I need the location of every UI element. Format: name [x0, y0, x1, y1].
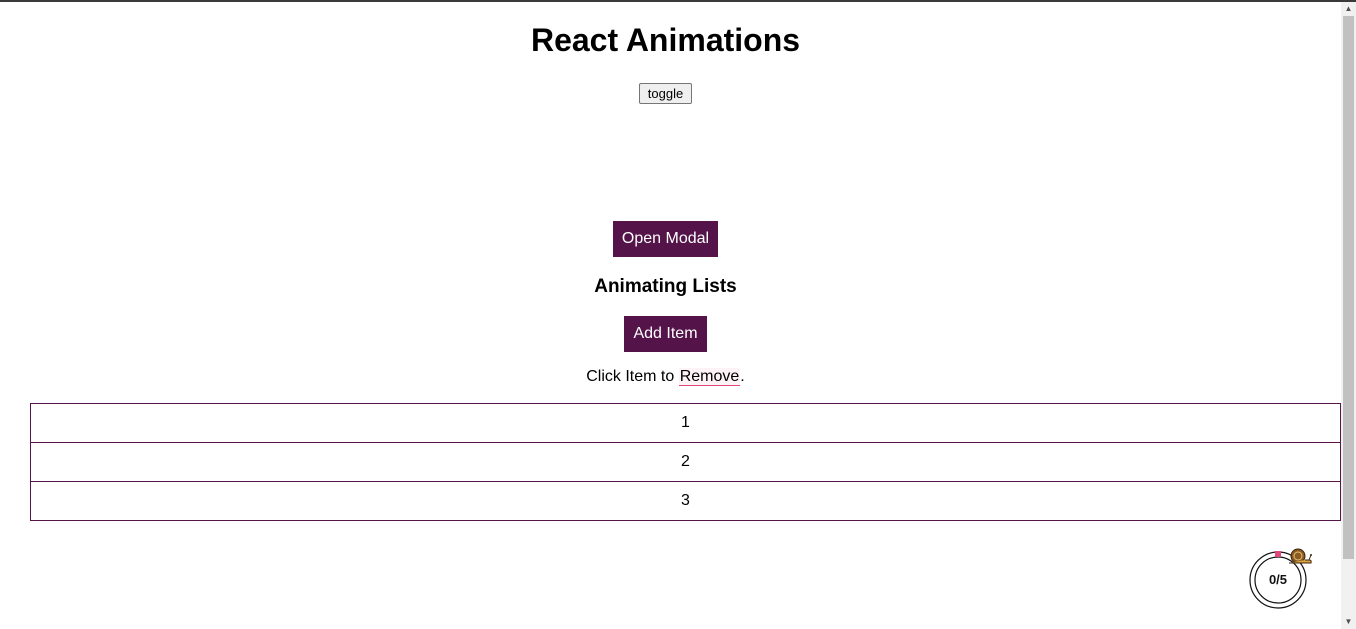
- list-item[interactable]: 1: [30, 403, 1341, 443]
- scroll-down-arrow-icon[interactable]: ▼: [1341, 615, 1356, 629]
- list-item[interactable]: 2: [30, 442, 1341, 482]
- remove-hint: Click Item to Remove.: [0, 367, 1331, 387]
- open-modal-button[interactable]: Open Modal: [613, 221, 718, 257]
- section-title: Animating Lists: [594, 276, 737, 297]
- page-title: React Animations: [530, 22, 801, 58]
- scroll-up-arrow-icon[interactable]: ▲: [1341, 2, 1356, 16]
- hint-suffix: .: [740, 368, 745, 385]
- remove-word: Remove: [678, 368, 741, 386]
- list-item[interactable]: 3: [30, 481, 1341, 521]
- app-root: React Animations toggle Open Modal Anima…: [0, 2, 1341, 629]
- animated-list: 1 2 3: [30, 403, 1341, 521]
- hint-prefix: Click Item to: [586, 368, 679, 385]
- progress-count: 0/5: [1268, 572, 1288, 587]
- progress-widget[interactable]: 0/5: [1249, 548, 1312, 609]
- scrollbar-thumb[interactable]: [1343, 16, 1354, 559]
- add-item-button[interactable]: Add Item: [624, 316, 707, 352]
- vertical-scrollbar[interactable]: ▲ ▼: [1341, 2, 1356, 629]
- toggle-button[interactable]: toggle: [639, 83, 692, 104]
